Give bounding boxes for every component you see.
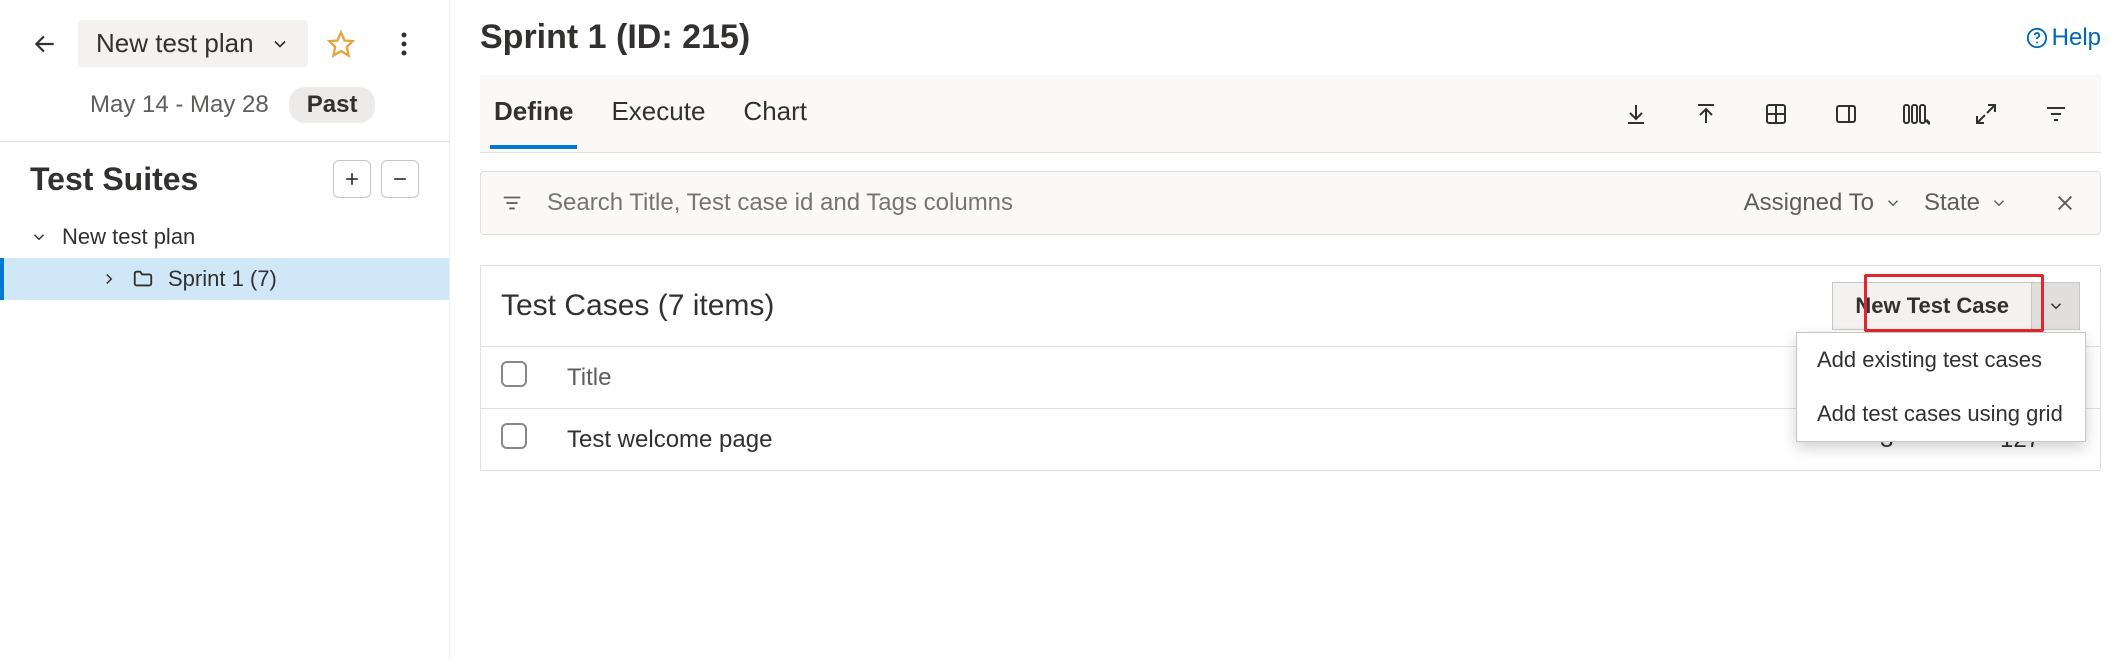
tree-root[interactable]: New test plan: [30, 216, 419, 258]
fullscreen-button[interactable]: [1971, 99, 2001, 129]
expand-icon: [1974, 102, 1998, 126]
search-input[interactable]: [545, 188, 1722, 218]
menu-add-grid[interactable]: Add test cases using grid: [1797, 387, 2085, 441]
toolbar: [1621, 99, 2101, 129]
sidebar-top-row: New test plan: [30, 20, 419, 67]
tab-bar: Define Execute Chart: [480, 75, 2101, 153]
tab-chart[interactable]: Chart: [739, 78, 811, 149]
suites-tree: New test plan Sprint 1 (7): [30, 216, 419, 300]
suites-title: Test Suites: [30, 161, 323, 198]
tree-root-label: New test plan: [62, 224, 195, 250]
panel-icon: [1834, 102, 1858, 126]
filter-lines-icon: [501, 192, 523, 214]
date-range: May 14 - May 28: [90, 91, 269, 119]
plus-icon: [342, 169, 362, 189]
new-test-case-menu: Add existing test cases Add test cases u…: [1796, 332, 2086, 442]
col-title[interactable]: Title: [547, 347, 1860, 409]
page-title: Sprint 1 (ID: 215): [480, 18, 2026, 57]
filter-icon: [2044, 102, 2068, 126]
select-all-checkbox[interactable]: [501, 361, 527, 387]
filter-button[interactable]: [2041, 99, 2071, 129]
test-cases-panel: Test Cases (7 items) New Test Case Add e…: [480, 265, 2101, 471]
close-icon: [2054, 192, 2076, 214]
chevron-down-icon: [2047, 297, 2065, 315]
state-filter[interactable]: State: [1924, 189, 2008, 217]
star-icon: [327, 30, 355, 58]
test-cases-header: Test Cases (7 items) New Test Case Add e…: [481, 266, 2100, 346]
date-row: May 14 - May 28 Past: [90, 87, 419, 123]
menu-add-existing[interactable]: Add existing test cases: [1797, 333, 2085, 387]
main-header: Sprint 1 (ID: 215) Help: [480, 18, 2101, 57]
tab-execute[interactable]: Execute: [607, 78, 709, 149]
columns-button[interactable]: [1901, 99, 1931, 129]
chevron-down-icon: [270, 34, 290, 54]
row-checkbox[interactable]: [501, 423, 527, 449]
row-title: Test welcome page: [547, 409, 1860, 471]
folder-icon: [132, 268, 154, 290]
favorite-button[interactable]: [326, 29, 356, 59]
test-suites-section: Test Suites New test plan Sprint 1 (7): [0, 141, 449, 300]
help-label: Help: [2052, 24, 2101, 52]
new-test-case-button[interactable]: New Test Case: [1832, 282, 2032, 330]
back-button[interactable]: [30, 29, 60, 59]
state-label: State: [1924, 189, 1980, 217]
arrow-left-icon: [32, 31, 58, 57]
tab-define[interactable]: Define: [490, 78, 577, 149]
chevron-right-icon: [100, 270, 118, 288]
minus-icon: [390, 169, 410, 189]
upload-button[interactable]: [1691, 99, 1721, 129]
main: Sprint 1 (ID: 215) Help Define Execute C…: [450, 0, 2121, 659]
grid-view-button[interactable]: [1761, 99, 1791, 129]
more-options-button[interactable]: [389, 29, 419, 59]
help-link[interactable]: Help: [2026, 24, 2101, 52]
chevron-down-icon: [1990, 194, 2008, 212]
suites-header: Test Suites: [30, 160, 419, 198]
tabs: Define Execute Chart: [480, 78, 811, 149]
chevron-down-icon: [30, 228, 48, 246]
download-button[interactable]: [1621, 99, 1651, 129]
search-bar: Assigned To State: [480, 171, 2101, 235]
assigned-to-label: Assigned To: [1744, 189, 1874, 217]
status-badge: Past: [289, 87, 376, 123]
grid-icon: [1764, 102, 1788, 126]
clear-filters-button[interactable]: [2050, 188, 2080, 218]
download-icon: [1624, 102, 1648, 126]
test-plan-dropdown[interactable]: New test plan: [78, 20, 308, 67]
sidebar: New test plan May 14 - May 28 Past Test …: [0, 0, 450, 659]
help-icon: [2026, 27, 2048, 49]
tree-child-label: Sprint 1 (7): [168, 266, 277, 292]
sidebar-header: New test plan May 14 - May 28 Past: [0, 0, 449, 123]
chevron-down-icon: [1884, 194, 1902, 212]
add-suite-button[interactable]: [333, 160, 371, 198]
kebab-icon: [401, 32, 407, 56]
upload-icon: [1694, 102, 1718, 126]
columns-icon: [1902, 102, 1930, 126]
assigned-to-filter[interactable]: Assigned To: [1744, 189, 1902, 217]
test-cases-title: Test Cases (7 items): [501, 289, 1832, 323]
new-test-case-split-button: New Test Case: [1832, 282, 2080, 330]
tree-child-sprint1[interactable]: Sprint 1 (7): [0, 258, 449, 300]
new-test-case-dropdown[interactable]: [2032, 282, 2080, 330]
collapse-suite-button[interactable]: [381, 160, 419, 198]
test-plan-name: New test plan: [96, 28, 254, 59]
side-panel-button[interactable]: [1831, 99, 1861, 129]
